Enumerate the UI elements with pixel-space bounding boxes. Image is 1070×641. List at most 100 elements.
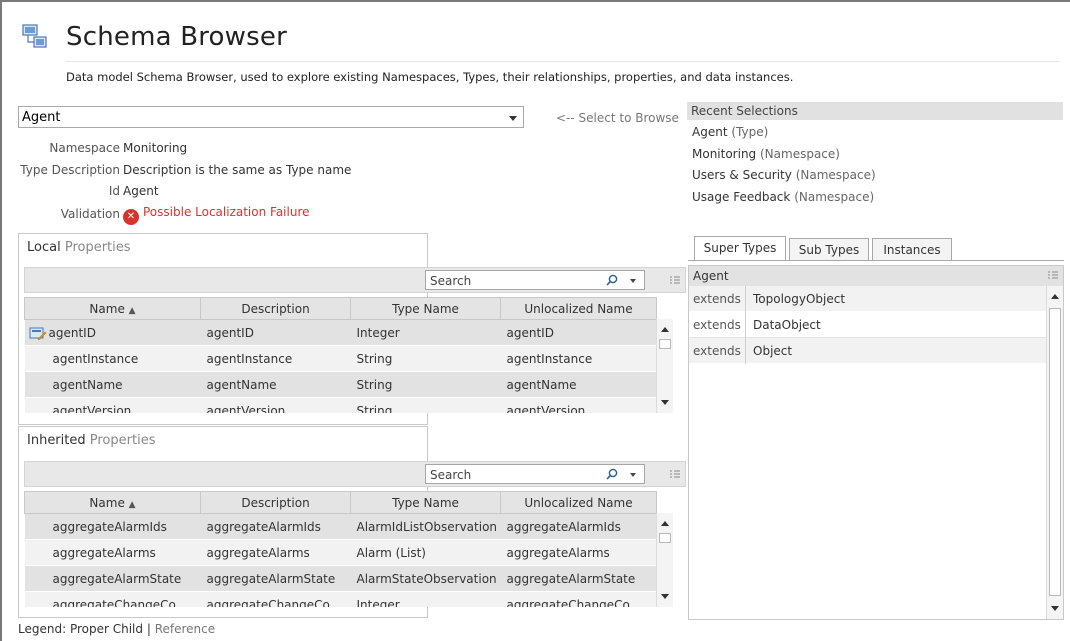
browse-hint: <-- Select to Browse: [556, 111, 679, 125]
section-title-strong: Local: [27, 240, 61, 255]
column-header-unlocalized-name[interactable]: Unlocalized Name: [500, 491, 657, 514]
tab-sub-types[interactable]: Sub Types: [789, 238, 869, 261]
type-name-cell: AlarmStateObservation: [350, 565, 501, 592]
tab-super-types[interactable]: Super Types: [694, 236, 786, 261]
table-row[interactable]: aggregateAlarmIds aggregateAlarmIds Alar…: [24, 513, 657, 540]
scroll-thumb[interactable]: [1049, 308, 1061, 596]
table-row[interactable]: aggregateAlarms aggregateAlarms Alarm (L…: [24, 539, 657, 566]
scroll-up-icon[interactable]: [1051, 294, 1059, 299]
name-cell: agentVersion: [24, 397, 201, 413]
recent-item-kind: (Namespace): [795, 168, 876, 182]
name-cell: agentInstance: [24, 345, 201, 372]
search-icon[interactable]: [606, 468, 618, 480]
super-type-name[interactable]: Object: [753, 344, 792, 358]
column-header-name[interactable]: Name ▲: [24, 297, 201, 320]
scroll-down-icon[interactable]: [1051, 606, 1059, 611]
inherited-search-input[interactable]: Search: [425, 464, 645, 484]
recent-item-name[interactable]: Monitoring: [692, 147, 756, 161]
description-cell: aggregateAlarmState: [200, 565, 351, 592]
recent-item[interactable]: Agent (Type): [692, 125, 768, 139]
type-name-cell: AlarmIdListObservation: [350, 513, 501, 540]
inherited-scrollbar[interactable]: [656, 513, 673, 607]
scroll-thumb[interactable]: [659, 533, 671, 543]
recent-item[interactable]: Monitoring (Namespace): [692, 147, 840, 161]
column-chooser-icon[interactable]: [1047, 270, 1059, 282]
search-placeholder: Search: [430, 274, 472, 288]
error-icon: ✕: [123, 209, 139, 225]
recent-item-name[interactable]: Users & Security: [692, 168, 792, 182]
table-row[interactable]: aggregateAlarmState aggregateAlarmState …: [24, 565, 657, 592]
description-cell: aggregateChangeCo: [200, 591, 351, 607]
recent-item[interactable]: Users & Security (Namespace): [692, 168, 876, 182]
type-selector-value: Agent: [22, 110, 61, 125]
unlocalized-name-cell: agentInstance: [500, 345, 657, 372]
unlocalized-name-cell: aggregateAlarmState: [500, 565, 657, 592]
page-subtitle: Data model Schema Browser, used to explo…: [66, 70, 794, 84]
column-header-description[interactable]: Description: [200, 297, 351, 320]
title-divider: [66, 61, 1060, 62]
scroll-down-icon[interactable]: [661, 594, 669, 599]
schema-browser-icon: [22, 24, 47, 48]
type-description-label: Type Description: [20, 163, 120, 177]
column-chooser-icon[interactable]: [669, 469, 681, 481]
sort-ascending-icon: ▲: [128, 305, 136, 316]
name-cell: agentName: [24, 371, 201, 398]
type-name-cell: String: [350, 345, 501, 372]
chevron-down-icon[interactable]: [509, 116, 517, 121]
validation-text: Possible Localization Failure: [143, 205, 310, 219]
section-title: Local Properties: [27, 240, 131, 255]
search-icon[interactable]: [606, 274, 618, 286]
validation-label: Validation: [60, 207, 120, 221]
type-name-cell: Integer: [350, 591, 501, 607]
recent-item[interactable]: Usage Feedback (Namespace): [692, 190, 874, 204]
column-header-description[interactable]: Description: [200, 491, 351, 514]
search-options-icon[interactable]: [630, 473, 636, 477]
super-type-row[interactable]: extends TopologyObject: [689, 286, 1046, 312]
type-name-cell: Integer: [350, 319, 501, 346]
super-type-row[interactable]: extends DataObject: [689, 312, 1046, 338]
name-cell: agentID: [24, 319, 201, 346]
scroll-up-icon[interactable]: [661, 327, 669, 332]
column-divider: [745, 338, 746, 364]
column-divider: [745, 312, 746, 338]
inherited-properties-grid: Name ▲ Description Type Name Unlocalized…: [24, 491, 686, 607]
table-row[interactable]: agentID agentID Integer agentID: [24, 319, 657, 346]
column-divider: [745, 286, 746, 312]
tab-strip-divider: [688, 260, 1064, 261]
super-types-scrollbar[interactable]: [1046, 286, 1063, 619]
column-header-unlocalized-name[interactable]: Unlocalized Name: [500, 297, 657, 320]
tab-instances[interactable]: Instances: [872, 238, 952, 261]
scroll-thumb[interactable]: [659, 339, 671, 349]
scroll-up-icon[interactable]: [661, 521, 669, 526]
recent-item-kind: (Namespace): [794, 190, 875, 204]
relation-keyword: extends: [693, 344, 741, 358]
table-row[interactable]: aggregateChangeCo aggregateChangeCo Inte…: [24, 591, 657, 607]
recent-item-name[interactable]: Agent: [692, 125, 728, 139]
super-types-header-label: Agent: [693, 269, 729, 283]
super-type-row[interactable]: extends Object: [689, 338, 1046, 364]
column-chooser-icon[interactable]: [669, 275, 681, 287]
column-header-name[interactable]: Name ▲: [24, 491, 201, 514]
column-header-type-name[interactable]: Type Name: [350, 491, 501, 514]
search-options-icon[interactable]: [630, 279, 636, 283]
scroll-down-icon[interactable]: [661, 400, 669, 405]
super-type-name[interactable]: DataObject: [753, 318, 821, 332]
recent-selections-header: Recent Selections: [687, 102, 1063, 120]
page-title: Schema Browser: [66, 22, 287, 52]
name-cell: aggregateChangeCo: [24, 591, 201, 607]
legend-divider: |: [146, 622, 151, 636]
legend: Legend: Proper Child | Reference: [18, 622, 215, 636]
local-scrollbar[interactable]: [656, 319, 673, 413]
unlocalized-name-cell: aggregateChangeCo: [500, 591, 657, 607]
local-search-input[interactable]: Search: [425, 270, 645, 290]
super-type-name[interactable]: TopologyObject: [753, 292, 845, 306]
type-selector[interactable]: Agent: [18, 106, 524, 128]
table-row[interactable]: agentInstance agentInstance String agent…: [24, 345, 657, 372]
recent-item-name[interactable]: Usage Feedback: [692, 190, 790, 204]
table-row[interactable]: agentVersion agentVersion String agentVe…: [24, 397, 657, 413]
local-properties-grid: Name ▲ Description Type Name Unlocalized…: [24, 297, 686, 413]
column-header-type-name[interactable]: Type Name: [350, 297, 501, 320]
table-row[interactable]: agentName agentName String agentName: [24, 371, 657, 398]
unlocalized-name-cell: aggregateAlarms: [500, 539, 657, 566]
id-label: Id: [108, 184, 120, 198]
